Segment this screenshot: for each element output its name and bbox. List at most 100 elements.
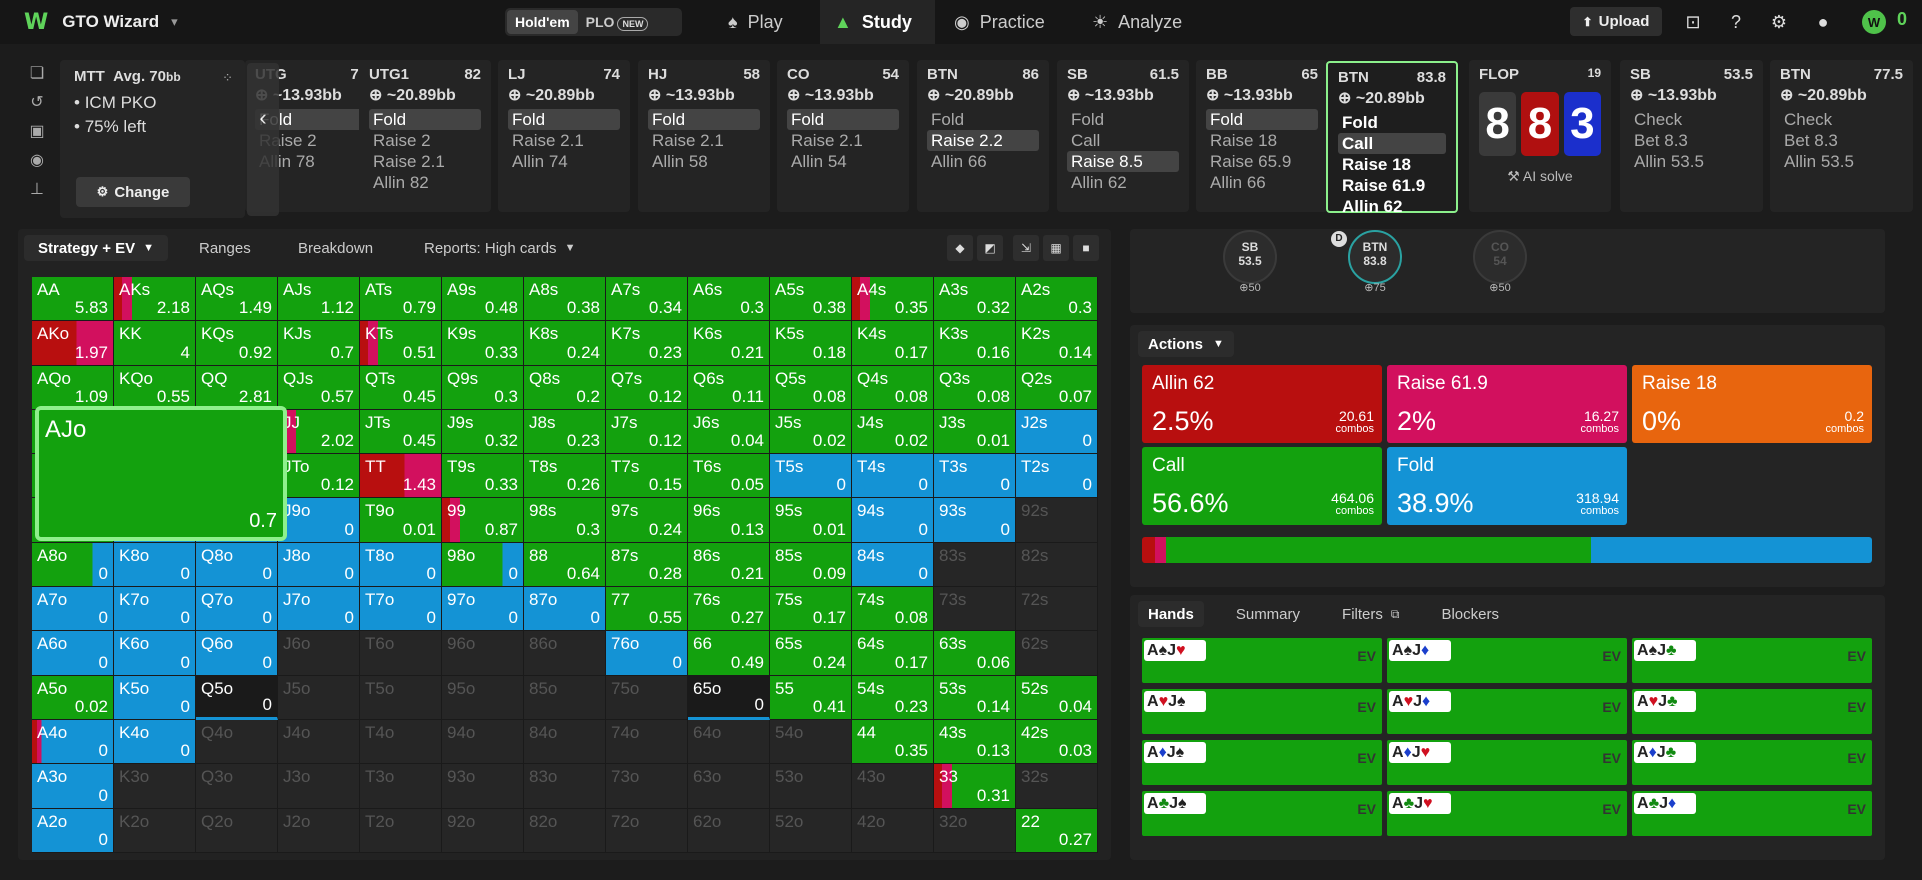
matrix-cell[interactable]: J6o <box>278 631 360 676</box>
matrix-cell[interactable]: J2o <box>278 808 360 853</box>
action-option[interactable]: Bet 8.3 <box>1630 130 1753 151</box>
contrast-icon[interactable]: ◩ <box>977 235 1003 261</box>
nav-play[interactable]: ♠ Play <box>728 0 820 44</box>
matrix-cell[interactable]: QJs 0.57 <box>278 365 360 410</box>
matrix-cell[interactable]: Q7s 0.12 <box>606 365 688 410</box>
action-option[interactable]: Raise 8.5 <box>1067 151 1179 172</box>
matrix-cell[interactable]: 95o <box>442 675 524 720</box>
action-option[interactable]: Call <box>1338 133 1446 154</box>
hand-combo[interactable]: A♣J♦ EV <box>1632 791 1872 836</box>
action-option[interactable]: Fold <box>1206 109 1318 130</box>
tab-strategy-ev[interactable]: Strategy + EV ▼ <box>24 235 169 261</box>
matrix-cell[interactable]: 85s 0.09 <box>770 542 852 588</box>
matrix-cell[interactable]: 53s 0.14 <box>934 675 1016 720</box>
matrix-cell[interactable]: K8o 0 <box>114 542 196 588</box>
matrix-cell[interactable]: 96s 0.13 <box>688 498 770 543</box>
plo-toggle[interactable]: PLO NEW <box>578 10 657 35</box>
tab-ranges[interactable]: Ranges <box>199 235 251 261</box>
action-box-allin-62[interactable]: Allin 62 2.5% 20.61 combos <box>1142 365 1382 443</box>
matrix-cell[interactable]: 77 0.55 <box>606 587 688 632</box>
action-option[interactable]: Raise 65.9 <box>1206 151 1318 172</box>
position-card-lj[interactable]: LJ 74 ⊕ ~20.89bb Fold Raise 2.1 Allin 74 <box>498 60 630 212</box>
compress-icon[interactable]: ⇲ <box>1013 235 1039 261</box>
matrix-cell[interactable]: J8s 0.23 <box>524 409 606 455</box>
matrix-cell[interactable]: K8s 0.24 <box>524 321 606 366</box>
matrix-cell[interactable]: K7o 0 <box>114 587 196 632</box>
save-icon[interactable]: ▣ <box>20 121 54 150</box>
matrix-cell[interactable]: 54s 0.23 <box>852 675 934 720</box>
align-icon[interactable]: ⊥ <box>20 179 54 208</box>
matrix-cell[interactable]: K6o 0 <box>114 631 196 676</box>
action-option[interactable]: Allin 66 <box>927 151 1039 172</box>
action-box-raise-61.9[interactable]: Raise 61.9 2% 16.27 combos <box>1387 365 1627 443</box>
matrix-cell[interactable]: 97s 0.24 <box>606 498 688 543</box>
matrix-cell[interactable]: 75o <box>606 675 688 720</box>
hand-combo[interactable]: A♣J♥ EV <box>1387 791 1627 836</box>
action-option[interactable]: Fold <box>787 109 899 130</box>
matrix-cell[interactable]: 54o <box>770 719 852 765</box>
matrix-cell[interactable]: A2s 0.3 <box>1016 277 1098 322</box>
tab-reports[interactable]: Reports: High cards ▼ <box>424 235 575 261</box>
action-option[interactable]: Raise 18 <box>1206 130 1318 151</box>
matrix-cell[interactable]: JJ 2.02 <box>278 409 360 455</box>
matrix-cell[interactable]: AA 5.83 <box>32 277 114 322</box>
action-option[interactable]: Fold <box>1338 112 1446 133</box>
matrix-cell[interactable]: Q8s 0.2 <box>524 365 606 410</box>
matrix-cell[interactable]: 72s <box>1016 587 1098 632</box>
matrix-cell[interactable]: AJs 1.12 <box>278 277 360 322</box>
hand-combo[interactable]: A♥J♠ EV <box>1142 689 1382 734</box>
matrix-cell[interactable]: K3s 0.16 <box>934 321 1016 366</box>
matrix-cell[interactable]: 98o 0 <box>442 542 524 588</box>
action-option[interactable]: Allin 66 <box>1206 172 1318 193</box>
matrix-cell[interactable]: 74o <box>606 719 688 765</box>
matrix-cell[interactable]: 88 0.64 <box>524 542 606 588</box>
tab-blockers[interactable]: Blockers <box>1431 601 1509 627</box>
matrix-cell[interactable]: J7o 0 <box>278 587 360 632</box>
matrix-cell[interactable]: T7s 0.15 <box>606 454 688 499</box>
matrix-cell[interactable]: Q2o <box>196 808 278 853</box>
matrix-cell[interactable]: T5o <box>360 675 442 720</box>
matrix-cell[interactable]: T8o 0 <box>360 542 442 588</box>
matrix-cell[interactable]: 99 0.87 <box>442 498 524 543</box>
matrix-cell[interactable]: K6s 0.21 <box>688 321 770 366</box>
matrix-cell[interactable]: AQs 1.49 <box>196 277 278 322</box>
matrix-cell[interactable]: A5s 0.38 <box>770 277 852 322</box>
matrix-cell[interactable]: 82s <box>1016 542 1098 588</box>
nav-study[interactable]: ▲ Study <box>820 0 935 44</box>
matrix-cell[interactable]: 64o <box>688 719 770 765</box>
action-option[interactable]: Allin 62 <box>1338 196 1446 217</box>
account-icon[interactable]: ● <box>1812 11 1834 33</box>
flop-card[interactable]: FLOP 19 883 ⚒ AI solve <box>1469 60 1611 212</box>
matrix-cell[interactable]: 86o <box>524 631 606 676</box>
matrix-cell[interactable]: KTs 0.51 <box>360 321 442 366</box>
chevron-down-icon[interactable]: ▾ <box>171 14 178 30</box>
matrix-cell[interactable]: 65o 0 <box>688 675 770 720</box>
matrix-cell[interactable]: 43s 0.13 <box>934 719 1016 765</box>
matrix-cell[interactable]: T7o 0 <box>360 587 442 632</box>
scan-icon[interactable]: ⊡ <box>1682 11 1704 33</box>
tab-filters[interactable]: Filters ⧉ <box>1332 601 1409 627</box>
matrix-cell[interactable]: T9o 0.01 <box>360 498 442 543</box>
matrix-cell[interactable]: J5s 0.02 <box>770 409 852 455</box>
matrix-cell[interactable]: 43o <box>852 764 934 809</box>
position-card-btn[interactable]: BTN 83.8 ⊕ ~20.89bb Fold Call Raise 18 Raise 6… <box>1326 61 1458 216</box>
action-option[interactable]: Allin 74 <box>508 151 620 172</box>
action-option[interactable]: Raise 2.1 <box>508 130 620 151</box>
matrix-cell[interactable]: 92o <box>442 808 524 853</box>
matrix-cell[interactable]: TT 1.43 <box>360 454 442 499</box>
action-option[interactable]: Check <box>1780 109 1903 130</box>
matrix-cell[interactable]: Q5s 0.08 <box>770 365 852 410</box>
action-box-fold[interactable]: Fold 38.9% 318.94 combos <box>1387 447 1627 525</box>
matrix-cell[interactable]: JTo 0.12 <box>278 454 360 499</box>
matrix-cell[interactable]: 32o <box>934 808 1016 853</box>
hand-combo[interactable]: A♥J♣ EV <box>1632 689 1872 734</box>
matrix-cell[interactable]: 73o <box>606 764 688 809</box>
matrix-cell[interactable]: AKs 2.18 <box>114 277 196 322</box>
matrix-cell[interactable]: A4s 0.35 <box>852 277 934 322</box>
hand-combo[interactable]: A♠J♥ EV <box>1142 638 1382 683</box>
matrix-cell[interactable]: K4s 0.17 <box>852 321 934 366</box>
matrix-cell[interactable]: Q4o <box>196 719 278 765</box>
matrix-cell[interactable]: K7s 0.23 <box>606 321 688 366</box>
hand-combo[interactable]: A♦J♠ EV <box>1142 740 1382 785</box>
matrix-cell[interactable]: A2o 0 <box>32 808 114 853</box>
